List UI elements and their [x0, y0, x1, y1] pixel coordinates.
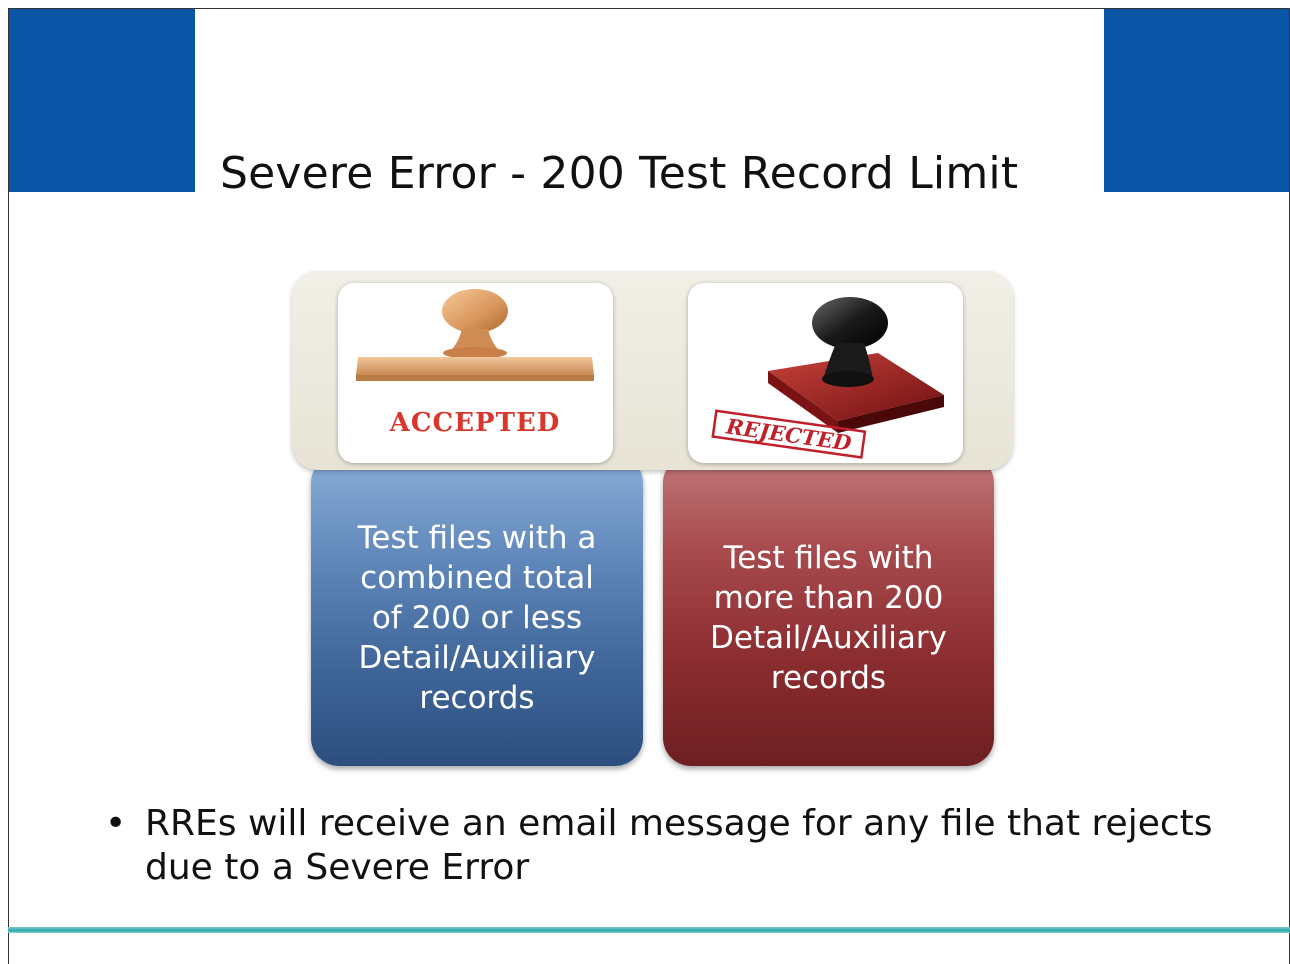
accepted-stamp-card: ACCEPTED [338, 283, 613, 463]
slide-title: Severe Error - 200 Test Record Limit [220, 148, 1019, 199]
black-rubber-stamp-icon: REJECTED [711, 297, 944, 459]
bullet-list-item: • RREs will receive an email message for… [105, 802, 1235, 890]
rejected-stamp-card: REJECTED [688, 283, 963, 463]
rejected-panel: Test files with more than 200 Detail/Aux… [663, 455, 994, 766]
stamp-image-tray: ACCEPTED REJECTED [292, 271, 1013, 470]
bullet-text: RREs will receive an email message for a… [145, 803, 1213, 888]
top-left-accent-block [9, 9, 195, 192]
wooden-rubber-stamp-icon: ACCEPTED [356, 289, 594, 438]
footer-rule [8, 927, 1290, 933]
rejected-panel-text: Test files with more than 200 Detail/Aux… [710, 539, 947, 696]
accepted-stamp-label: ACCEPTED [389, 408, 561, 438]
accepted-panel: Test files with a combined total of 200 … [311, 455, 643, 766]
top-right-accent-block [1104, 9, 1289, 192]
accepted-panel-text: Test files with a combined total of 200 … [357, 519, 597, 716]
bullet-marker: • [105, 803, 127, 844]
